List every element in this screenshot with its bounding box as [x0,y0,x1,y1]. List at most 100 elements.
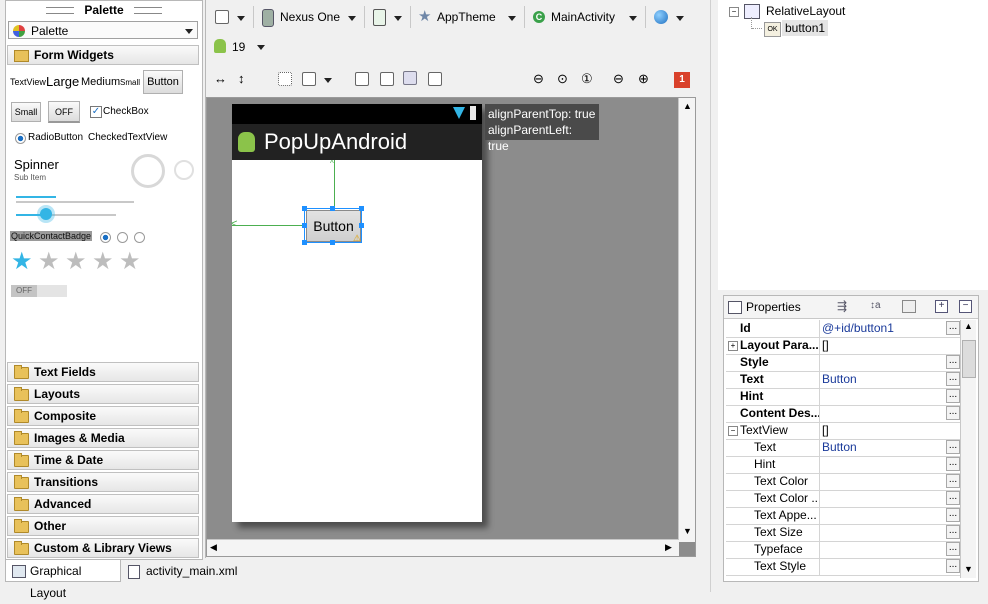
widget-toggle-button[interactable]: OFF [48,101,80,123]
ratingbar-star-icon[interactable]: ★ [92,250,114,274]
chevron-down-icon[interactable] [257,45,265,50]
outline-root[interactable]: RelativeLayout [766,3,845,19]
sort-alpha-icon[interactable]: ↕a [870,299,881,313]
widget-checkedtextview[interactable]: CheckedTextView [88,132,167,143]
category-custom-library-views[interactable]: Custom & Library Views [7,538,199,558]
property-row[interactable]: Id @+id/button1... [726,320,960,338]
widget-small-button[interactable]: Small [11,102,41,122]
category-time-date[interactable]: Time & Date [7,450,199,470]
scroll-left-arrow-icon[interactable]: ◀ [210,542,217,553]
orientation-icon[interactable] [373,9,386,26]
tab-graphical-layout[interactable]: Graphical Layout [5,560,121,600]
outline-child-selected[interactable]: button1 [782,20,829,36]
chevron-down-icon[interactable] [348,16,356,21]
radio-selected-icon[interactable] [100,232,111,243]
canvas-horizontal-scrollbar[interactable]: ◀ ▶ [207,539,679,556]
resize-icon[interactable] [302,72,316,86]
align-vertical-icon[interactable] [380,72,394,86]
chevron-down-icon[interactable] [508,16,516,21]
zoom-out-icon[interactable]: ⊖ [613,72,624,86]
resize-handle-top-left[interactable] [302,206,307,211]
align-horizontal-icon[interactable] [355,72,369,86]
chevron-down-icon[interactable] [237,16,245,21]
chevron-down-icon[interactable] [629,16,637,21]
scroll-up-arrow-icon[interactable]: ▲ [964,321,973,331]
ellipsis-button[interactable]: ... [946,508,960,522]
emulate-height-icon[interactable]: ↕ [238,72,245,86]
widget-radiobutton[interactable]: RadioButton [28,132,83,143]
widget-quickcontactbadge[interactable]: QuickContactBadge [10,231,93,241]
ellipsis-button[interactable]: ... [946,559,960,573]
checkbox-checked-icon[interactable]: ✓ [90,106,102,118]
ellipsis-button[interactable]: ... [946,542,960,556]
category-text-fields[interactable]: Text Fields [7,362,199,382]
property-row[interactable]: TextView − [] [726,422,960,440]
category-composite[interactable]: Composite [7,406,199,426]
widget-large-text[interactable]: Large [46,74,79,89]
resize-handle-left[interactable] [302,223,307,228]
layout-actions-icon[interactable] [428,72,442,86]
progress-horizontal[interactable] [16,196,56,198]
ratingbar-star-icon[interactable]: ★ [65,250,87,274]
property-row[interactable]: Text Size... [726,524,960,542]
property-row[interactable]: Typeface... [726,541,960,559]
category-advanced[interactable]: Advanced [7,494,199,514]
chevron-down-icon[interactable] [324,78,332,83]
properties-scrollbar[interactable]: ▲ ▼ [960,320,976,578]
radio-selected-icon[interactable] [15,133,26,144]
ellipsis-button[interactable]: ... [946,321,960,335]
ellipsis-button[interactable]: ... [946,406,960,420]
property-row[interactable]: Style... [726,354,960,372]
radio-unselected-icon[interactable] [117,232,128,243]
property-value[interactable]: [] [822,337,942,354]
property-value[interactable]: @+id/button1 [822,320,942,337]
ellipsis-button[interactable]: ... [946,457,960,471]
property-row[interactable]: Content Des...... [726,405,960,423]
expand-all-icon[interactable]: ⇶ [837,299,847,313]
property-row[interactable]: Text Appe...... [726,507,960,525]
widget-spinner[interactable]: Spinner [14,157,59,172]
ratingbar-star-icon[interactable]: ★ [119,250,141,274]
scroll-down-arrow-icon[interactable]: ▼ [964,564,973,574]
scroll-down-arrow-icon[interactable]: ▼ [683,526,692,536]
chevron-down-icon[interactable] [394,16,402,21]
widget-button[interactable]: Button [143,70,183,94]
zoom-in-icon[interactable]: ⊕ [638,72,649,86]
expand-icon[interactable]: + [935,300,948,313]
ellipsis-button[interactable]: ... [946,440,960,454]
property-row[interactable]: Text Color... [726,473,960,491]
palette-selector[interactable]: Palette [8,21,198,39]
property-row[interactable]: Text Button... [726,371,960,389]
drag-handle-left[interactable] [46,7,74,14]
property-row[interactable]: Text Style... [726,558,960,576]
emulate-width-icon[interactable]: ↔ [214,72,227,86]
theme-selector[interactable]: AppTheme [437,7,496,27]
api-level-selector[interactable]: 19 [232,37,245,57]
expand-icon[interactable]: + [728,341,738,351]
device-screen[interactable]: PopUpAndroid ^ < Button ⚠ [231,104,482,522]
ratingbar-star-filled-icon[interactable]: ★ [11,250,33,274]
canvas-vertical-scrollbar[interactable]: ▲ ▼ [678,98,695,542]
widget-checkbox[interactable]: CheckBox [103,106,149,117]
category-transitions[interactable]: Transitions [7,472,199,492]
property-value[interactable]: Button [822,371,942,388]
collapse-icon[interactable]: − [729,7,739,17]
zoom-fit-icon[interactable]: ⊖ [533,72,544,86]
ellipsis-button[interactable]: ... [946,474,960,488]
property-row[interactable]: Layout Para... + [] [726,337,960,355]
resize-handle-bottom[interactable] [330,240,335,245]
ellipsis-button[interactable]: ... [946,389,960,403]
select-all-icon[interactable] [278,72,292,86]
widget-textview[interactable]: TextView [10,77,46,87]
config-file-icon[interactable] [215,10,229,24]
collapse-icon[interactable]: − [728,426,738,436]
progress-large-icon[interactable] [131,154,165,188]
widget-switch[interactable]: OFF [11,285,67,297]
property-value[interactable]: [] [822,422,942,439]
resize-handle-top[interactable] [330,206,335,211]
zoom-100-icon[interactable]: ① [581,72,593,86]
ellipsis-button[interactable]: ... [946,491,960,505]
ratingbar-star-icon[interactable]: ★ [38,250,60,274]
error-count-badge[interactable]: 1 [674,72,690,88]
property-row[interactable]: Text Button... [726,439,960,457]
